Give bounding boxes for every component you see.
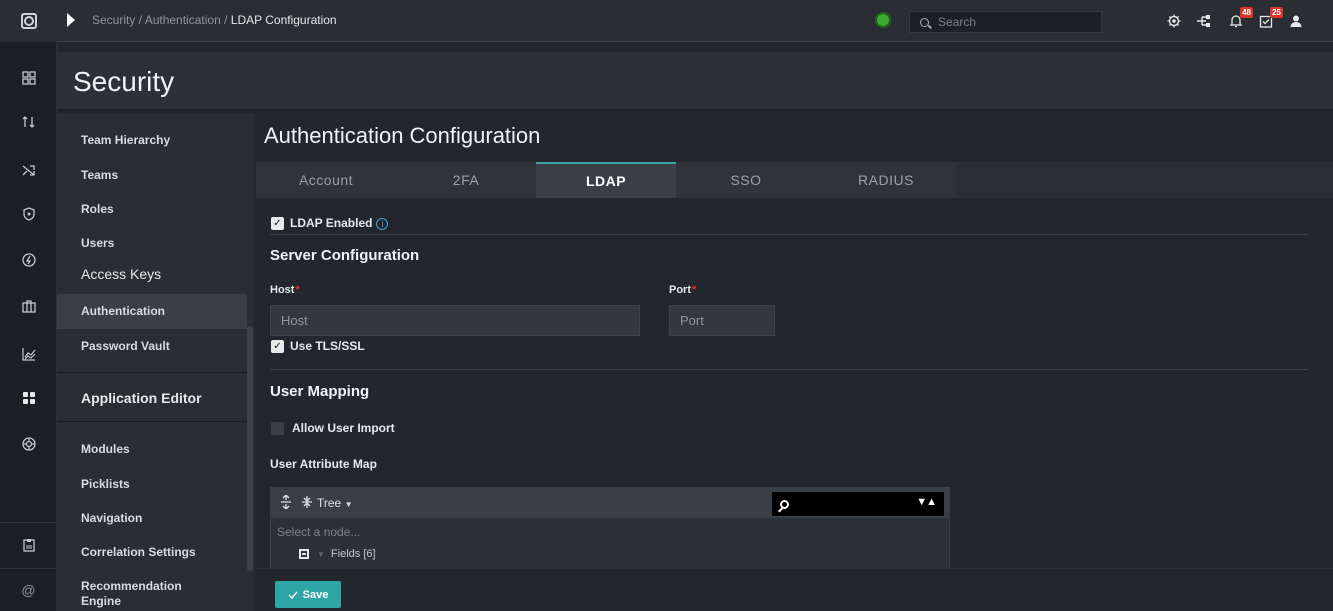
app-logo-icon[interactable]	[0, 0, 57, 42]
breadcrumb-path[interactable]: Security / Authentication /	[92, 13, 227, 27]
sidebar-divider	[57, 421, 247, 422]
footer-bar: Save	[256, 568, 1333, 611]
server-config-heading: Server Configuration	[270, 247, 420, 264]
sidebar-item-correlation-settings[interactable]: Correlation Settings	[81, 545, 196, 559]
sidebar-section-application-editor[interactable]: Application Editor	[81, 390, 202, 406]
host-input[interactable]: Host	[270, 305, 640, 336]
port-placeholder: Port	[680, 313, 704, 328]
dashboard-icon[interactable]	[0, 66, 57, 90]
sidebar-item-modules[interactable]: Modules	[81, 442, 130, 456]
sidebar-item-users[interactable]: Users	[81, 236, 114, 250]
global-search[interactable]	[909, 11, 1102, 33]
attr-map-label: User Attribute Map	[270, 457, 377, 471]
tree-mode-label: Tree	[317, 496, 342, 510]
sidebar-divider	[57, 372, 247, 373]
check-icon	[288, 591, 298, 599]
required-marker: *	[295, 284, 300, 296]
search-nav-arrows-icon[interactable]: ▼▲	[916, 496, 937, 508]
port-input[interactable]: Port	[669, 305, 775, 336]
collapse-all-icon[interactable]	[301, 495, 313, 512]
chart-icon[interactable]	[0, 342, 57, 366]
user-profile-icon[interactable]	[1287, 12, 1305, 30]
node-count: [6]	[363, 548, 376, 560]
sidebar-item-teams[interactable]: Teams	[81, 168, 118, 182]
apps-icon[interactable]	[0, 386, 57, 410]
top-bar: Security / Authentication / LDAP Configu…	[57, 0, 1333, 42]
port-label: Port*	[669, 284, 696, 296]
host-label: Host*	[270, 284, 300, 296]
divider	[270, 369, 1308, 370]
section-title: Authentication Configuration	[264, 123, 541, 148]
tree-search-icon	[780, 499, 789, 509]
ldap-enabled-label: LDAP Enabled	[290, 216, 373, 230]
sidebar-item-recommendation-engine[interactable]: Recommendation Engine	[81, 579, 211, 609]
tab-2fa[interactable]: 2FA	[396, 162, 536, 198]
sidebar-item-password-vault[interactable]: Password Vault	[81, 339, 170, 353]
ldap-enabled-checkbox[interactable]: ✓	[271, 217, 284, 230]
sort-icon[interactable]	[0, 110, 57, 134]
required-marker: *	[692, 284, 697, 296]
tree-select-placeholder[interactable]: Select a node...	[277, 525, 360, 539]
sidebar-scrollbar[interactable]	[247, 326, 253, 571]
node-label: Fields	[330, 548, 361, 560]
chevron-down-icon: ▼	[344, 500, 353, 509]
tree-search[interactable]: ▼▲	[772, 492, 944, 516]
sidebar-item-authentication[interactable]: Authentication	[81, 304, 165, 318]
caret-down-icon[interactable]: ▼	[317, 550, 325, 559]
tls-label: Use TLS/SSL	[290, 339, 365, 353]
tree-mode-dropdown[interactable]: Tree ▼	[317, 496, 353, 510]
save-label: Save	[302, 588, 329, 601]
tasks-badge: 25	[1270, 7, 1283, 18]
at-icon[interactable]: @	[0, 568, 57, 611]
divider	[270, 234, 1308, 235]
tab-ldap[interactable]: LDAP	[536, 162, 676, 198]
tree-node-fields[interactable]: ▼ Fields [6]	[299, 548, 376, 560]
tab-radius[interactable]: RADIUS	[816, 162, 956, 198]
sidebar-item-access-keys[interactable]: Access Keys	[81, 266, 161, 282]
shield-icon[interactable]	[0, 202, 57, 226]
settings-gear-icon[interactable]	[1165, 12, 1183, 30]
main-content: Authentication Configuration Account 2FA…	[256, 113, 1333, 569]
sidebar-item-navigation[interactable]: Navigation	[81, 511, 142, 525]
host-label-text: Host	[270, 284, 295, 296]
sidebar-item-roles[interactable]: Roles	[81, 202, 114, 216]
collapse-toggle-icon[interactable]	[67, 13, 75, 27]
search-input[interactable]	[938, 15, 1088, 29]
clipboard-icon[interactable]	[0, 522, 57, 566]
page-title: Security	[73, 66, 175, 97]
ldap-enabled-row: LDAP Enabled i	[290, 216, 389, 230]
tls-checkbox[interactable]: ✓	[271, 340, 284, 353]
tasks-icon[interactable]: 25	[1257, 7, 1283, 30]
expand-all-icon[interactable]	[280, 494, 292, 512]
port-label-text: Port	[669, 284, 691, 296]
sidebar-item-team-hierarchy[interactable]: Team Hierarchy	[81, 133, 170, 147]
page-header: Security	[57, 52, 1333, 110]
search-icon	[920, 17, 929, 27]
user-mapping-heading: User Mapping	[270, 383, 370, 400]
notifications-badge: 48	[1240, 7, 1253, 18]
bolt-icon[interactable]	[0, 248, 57, 272]
settings-wheel-icon[interactable]	[0, 432, 57, 456]
tab-bar: Account 2FA LDAP SSO RADIUS	[256, 162, 1333, 198]
shuffle-icon[interactable]	[0, 158, 57, 182]
breadcrumb-current: LDAP Configuration	[230, 13, 337, 27]
info-icon[interactable]: i	[376, 218, 389, 230]
attribute-map-tree-editor: Tree ▼ ▼▲ Select a node... ▼ Fields [6]	[270, 487, 950, 569]
security-sidebar: Team Hierarchy Teams Roles Users Access …	[57, 113, 254, 611]
tab-account[interactable]: Account	[256, 162, 396, 198]
icon-rail: @	[0, 0, 57, 611]
workflow-icon[interactable]	[1195, 12, 1213, 30]
status-indicator-icon[interactable]	[875, 12, 891, 28]
breadcrumb: Security / Authentication / LDAP Configu…	[92, 13, 337, 27]
tree-toolbar: Tree ▼ ▼▲	[271, 488, 949, 518]
host-placeholder: Host	[281, 313, 308, 328]
allow-import-checkbox[interactable]	[271, 422, 284, 435]
briefcase-icon[interactable]	[0, 294, 57, 318]
sidebar-item-picklists[interactable]: Picklists	[81, 477, 130, 491]
tab-sso[interactable]: SSO	[676, 162, 816, 198]
notifications-bell-icon[interactable]: 48	[1227, 7, 1253, 30]
save-button[interactable]: Save	[275, 581, 341, 608]
allow-import-label: Allow User Import	[292, 421, 395, 435]
node-collapse-icon[interactable]	[299, 549, 309, 559]
